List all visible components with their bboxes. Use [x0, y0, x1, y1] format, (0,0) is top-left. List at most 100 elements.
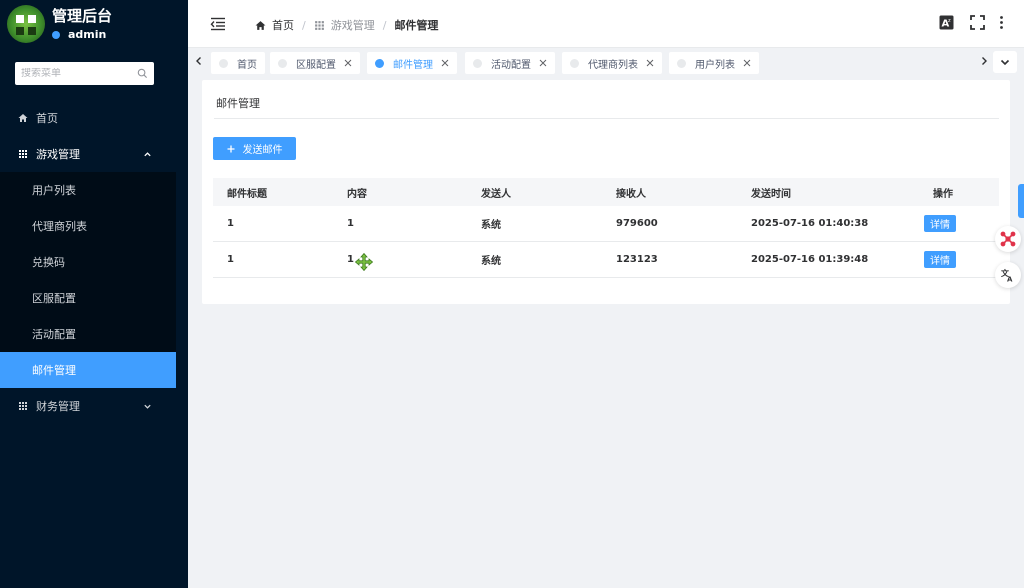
- cell-content: 1: [347, 254, 354, 265]
- translate-icon[interactable]: Az: [939, 15, 954, 30]
- divider: [214, 118, 999, 119]
- send-mail-label: 发送邮件: [242, 145, 283, 156]
- search-icon[interactable]: [137, 68, 148, 79]
- grid-icon: [314, 20, 324, 30]
- grid-icon: [19, 402, 27, 410]
- cell-sender: 系统: [481, 256, 501, 267]
- mail-management-card: 邮件管理 发送邮件 邮件标题 内容 发送人 接收人 发送时间 操作 1 1 系统…: [202, 80, 1010, 304]
- ai-assistant-button[interactable]: [995, 226, 1021, 252]
- cell-sender: 系统: [481, 220, 501, 231]
- collapse-menu-icon[interactable]: [210, 17, 226, 31]
- sidebar-item-label: 首页: [36, 112, 58, 125]
- sidebar-item-finance-management[interactable]: 财务管理: [0, 388, 188, 424]
- sidebar-item-home[interactable]: 首页: [0, 100, 188, 136]
- plus-icon: [227, 145, 234, 152]
- menu-search-input[interactable]: [21, 68, 131, 79]
- tab-dot-icon: [219, 58, 228, 68]
- column-header-content: 内容: [347, 188, 367, 200]
- cell-receiver: 979600: [616, 218, 658, 229]
- page-title: 邮件管理: [216, 97, 260, 110]
- tab-event-config[interactable]: 活动配置: [465, 52, 555, 74]
- sidebar-item-label: 兑换码: [32, 256, 65, 269]
- breadcrumb-separator: /: [302, 18, 306, 32]
- translate-float-button[interactable]: 文A: [995, 262, 1021, 288]
- tab-label: 活动配置: [491, 59, 531, 71]
- tabs-scroll-left-icon[interactable]: [192, 54, 206, 68]
- close-icon[interactable]: [441, 59, 449, 67]
- svg-text:z: z: [948, 18, 951, 24]
- breadcrumb-label: 游戏管理: [330, 19, 375, 32]
- tab-agent-list[interactable]: 代理商列表: [562, 52, 662, 74]
- tab-label: 用户列表: [695, 59, 735, 71]
- tab-dot-icon: [677, 58, 686, 68]
- breadcrumb-item-home[interactable]: 首页: [255, 17, 294, 33]
- column-header-receiver: 接收人: [616, 188, 646, 200]
- network-icon: [1000, 231, 1016, 247]
- tabs-menu-button[interactable]: [993, 51, 1017, 73]
- send-mail-button[interactable]: 发送邮件: [213, 137, 296, 160]
- tab-label: 代理商列表: [588, 59, 638, 71]
- sidebar-item-agent-list[interactable]: 代理商列表: [0, 208, 176, 244]
- close-icon[interactable]: [646, 59, 654, 67]
- username: admin: [68, 28, 107, 41]
- table-header: 邮件标题 内容 发送人 接收人 发送时间 操作: [213, 178, 999, 206]
- detail-button[interactable]: 详情: [924, 215, 956, 232]
- sidebar-item-label: 区服配置: [32, 292, 76, 305]
- sidebar-item-label: 代理商列表: [32, 220, 87, 233]
- online-status-icon: [52, 30, 60, 39]
- close-icon[interactable]: [743, 59, 751, 67]
- table-row: 1 1 系统 123123 2025-07-16 01:39:48 详情: [213, 242, 999, 278]
- chevron-down-icon: [1000, 59, 1010, 66]
- column-header-sender: 发送人: [481, 188, 511, 200]
- svg-text:A: A: [1007, 276, 1013, 283]
- move-cursor-icon: [355, 253, 373, 271]
- sidebar-item-label: 游戏管理: [36, 148, 80, 161]
- tab-label: 首页: [237, 59, 257, 71]
- tab-mail-management[interactable]: 邮件管理: [367, 52, 457, 74]
- tab-label: 区服配置: [296, 59, 336, 71]
- home-icon: [18, 114, 28, 122]
- tab-dot-icon: [570, 58, 579, 68]
- top-header: 首页 / 游戏管理 / 邮件管理 Az: [188, 0, 1024, 48]
- brand: 管理后台 admin: [0, 0, 188, 48]
- sidebar-item-event-config[interactable]: 活动配置: [0, 316, 176, 352]
- avatar[interactable]: [7, 5, 45, 43]
- cell-title: 1: [227, 218, 234, 229]
- chevron-up-icon: [144, 151, 151, 156]
- cell-content: 1: [347, 218, 354, 229]
- chevron-down-icon: [144, 404, 151, 409]
- tab-user-list[interactable]: 用户列表: [669, 52, 759, 74]
- side-panel-toggle[interactable]: [1018, 184, 1024, 218]
- sidebar-item-label: 用户列表: [32, 184, 76, 197]
- tabs-scroll-right-icon[interactable]: [977, 54, 991, 68]
- tab-dot-icon: [473, 58, 482, 68]
- breadcrumb-label: 首页: [272, 19, 294, 32]
- detail-button[interactable]: 详情: [924, 251, 956, 268]
- close-icon[interactable]: [344, 59, 352, 67]
- sidebar-item-label: 邮件管理: [32, 364, 76, 377]
- sidebar: 管理后台 admin 首页 游戏管理 用户列表 代理商列表 兑换码 区服配置 活…: [0, 0, 188, 588]
- submenu-game-management: 用户列表 代理商列表 兑换码 区服配置 活动配置 邮件管理: [0, 172, 176, 388]
- tab-server-config[interactable]: 区服配置: [270, 52, 360, 74]
- tab-home[interactable]: 首页: [211, 52, 265, 74]
- tabs-bar: 首页 区服配置 邮件管理 活动配置 代理商列表 用户列表: [188, 48, 1024, 77]
- tab-dot-icon: [278, 58, 287, 68]
- sidebar-item-user-list[interactable]: 用户列表: [0, 172, 176, 208]
- breadcrumb: 首页 / 游戏管理 / 邮件管理: [255, 17, 438, 33]
- more-vertical-icon[interactable]: [994, 15, 1009, 30]
- column-header-time: 发送时间: [751, 188, 791, 200]
- sidebar-item-game-management[interactable]: 游戏管理: [0, 136, 188, 172]
- sidebar-item-redeem-code[interactable]: 兑换码: [0, 244, 176, 280]
- cell-time: 2025-07-16 01:39:48: [751, 254, 869, 265]
- breadcrumb-separator: /: [382, 18, 387, 32]
- sidebar-item-server-config[interactable]: 区服配置: [0, 280, 176, 316]
- close-icon[interactable]: [539, 59, 547, 67]
- tab-label: 邮件管理: [393, 59, 433, 71]
- sidebar-item-mail-management[interactable]: 邮件管理: [0, 352, 176, 388]
- breadcrumb-item-mail-management: 邮件管理: [394, 19, 439, 32]
- menu-search[interactable]: [15, 62, 154, 85]
- cell-time: 2025-07-16 01:40:38: [751, 218, 869, 229]
- sidebar-item-label: 活动配置: [32, 328, 76, 341]
- fullscreen-icon[interactable]: [970, 15, 985, 30]
- breadcrumb-item-game-management[interactable]: 游戏管理: [314, 17, 375, 33]
